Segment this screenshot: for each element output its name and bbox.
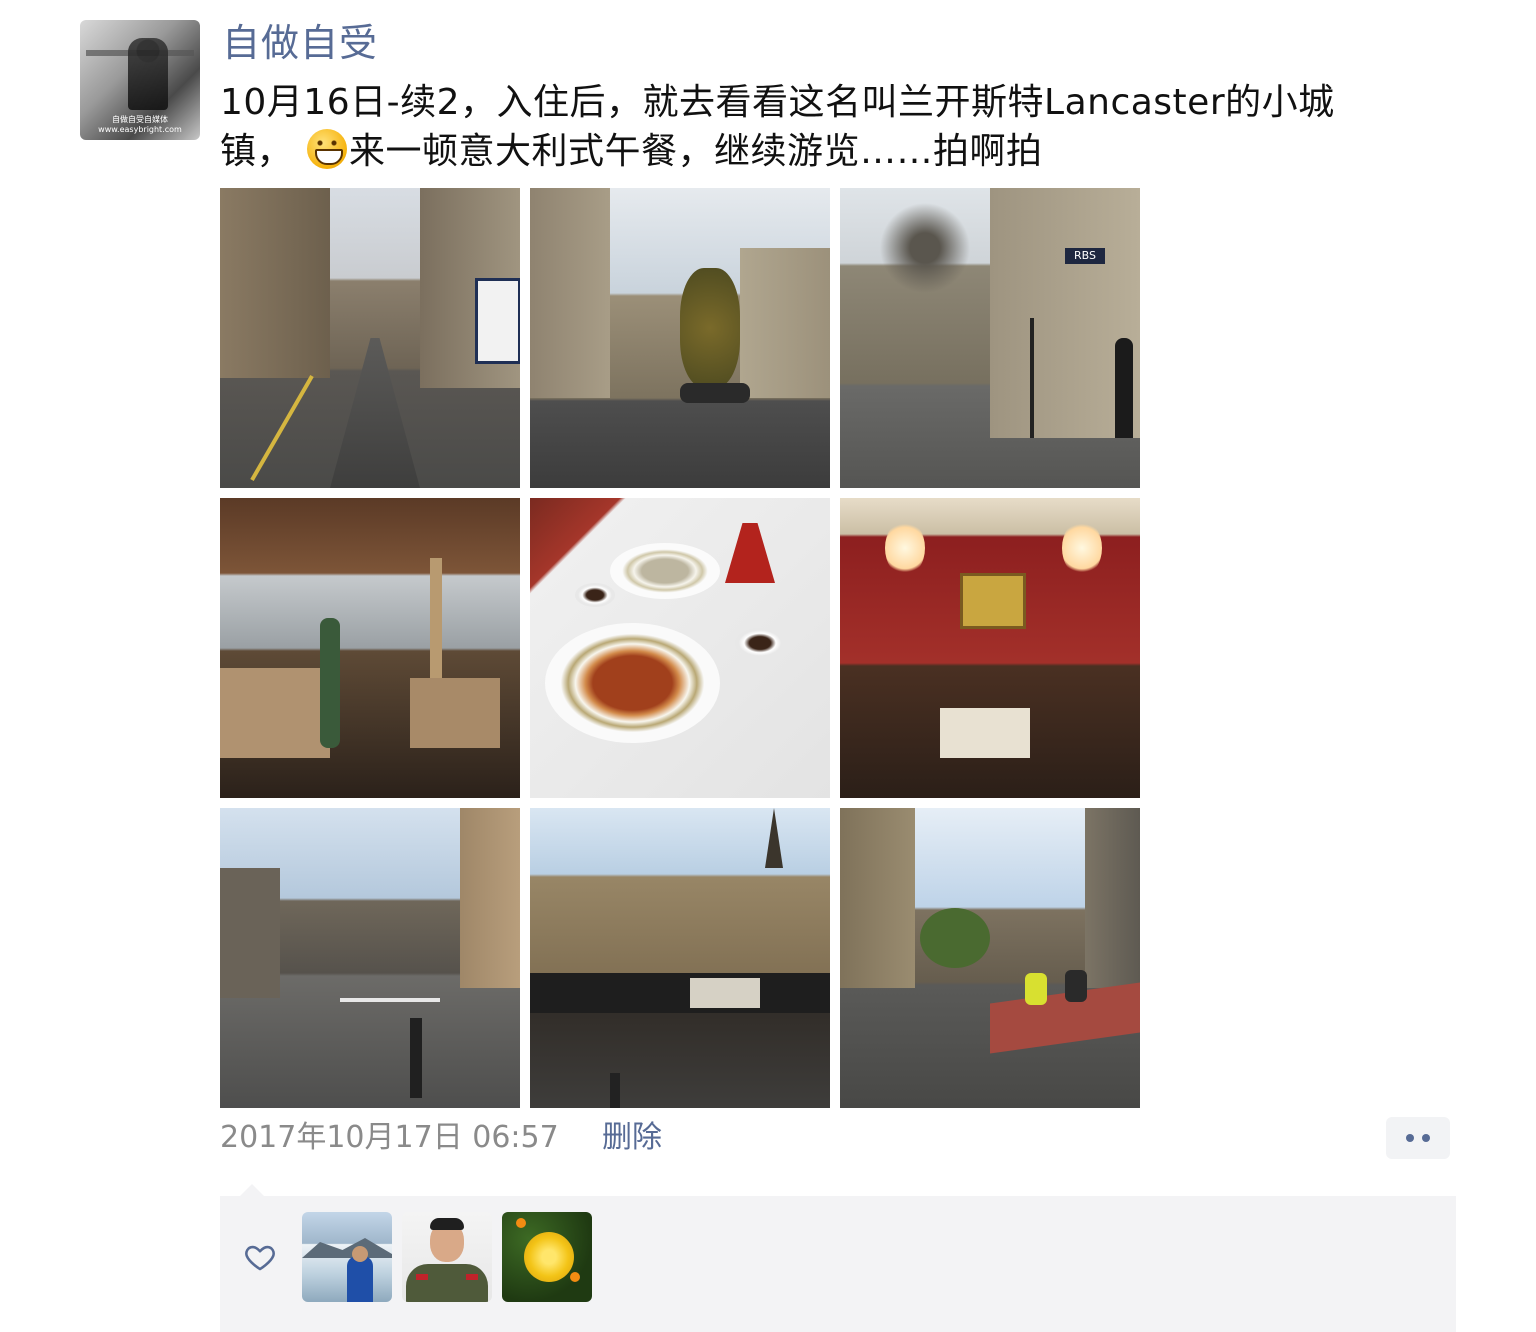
photo-red-dining-room[interactable] [840,498,1140,798]
post-text-line2-start: 镇， [220,131,294,172]
photo-restaurant-interior[interactable] [220,498,520,798]
post-text-line2-end: 来一顿意大利式午餐，继续游览……拍啊拍 [348,131,1043,172]
grinning-face-icon [306,129,347,169]
heart-icon [245,1245,275,1271]
liker-avatar-uniform[interactable] [402,1212,492,1302]
liker-avatar-glacier[interactable] [302,1212,392,1302]
more-button[interactable] [1386,1117,1450,1159]
liker-avatar-flower[interactable] [502,1212,592,1302]
photo-rbs-street[interactable]: RBS [840,188,1140,488]
avatar[interactable]: 自做自受自媒体 www.easybright.com [80,20,200,140]
post-text: 10月16日-续2，入住后，就去看看这名叫兰开斯特Lancaster的小城 镇，… [220,78,1460,176]
photo-crossing-street[interactable] [220,808,520,1108]
post-text-line1: 10月16日-续2，入住后，就去看看这名叫兰开斯特Lancaster的小城 [220,82,1335,123]
photo-cyclists-street[interactable] [840,808,1140,1108]
dot-icon [1406,1134,1414,1142]
photo-stone-buildings[interactable] [530,808,830,1108]
avatar-caption: 自做自受自媒体 www.easybright.com [98,115,182,134]
post-text-line2: 镇， 来一顿意大利式午餐，继续游览……拍啊拍 [220,127,1460,176]
photo-grid: RBS [220,188,1140,1108]
photo-narrow-street[interactable] [220,188,520,488]
post-timestamp: 2017年10月17日 06:57 [220,1120,559,1155]
photo-pasta-meal[interactable] [530,498,830,798]
delete-link[interactable]: 删除 [602,1116,662,1160]
dot-icon [1422,1134,1430,1142]
photo-sloped-street[interactable] [530,188,830,488]
username[interactable]: 自做自受 [222,18,378,68]
likes-panel-arrow [240,1184,264,1196]
